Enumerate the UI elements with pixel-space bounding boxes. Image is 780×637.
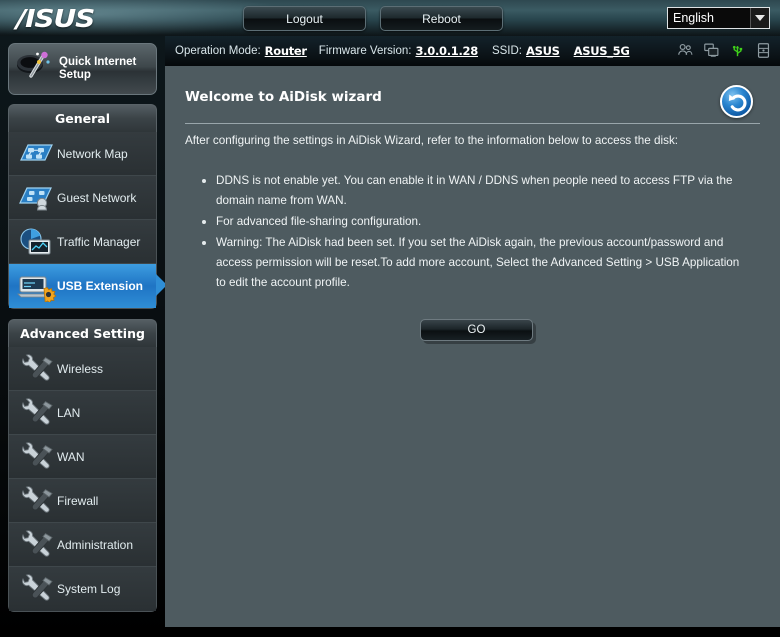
operation-mode-value[interactable]: Router xyxy=(265,44,307,58)
list-item: Warning: The AiDisk had been set. If you… xyxy=(202,233,747,293)
network-devices-icon[interactable] xyxy=(703,42,720,59)
status-bar: Operation Mode: Router Firmware Version:… xyxy=(165,36,780,66)
status-icon-group xyxy=(677,42,772,59)
sidebar-label-traffic-manager: Traffic Manager xyxy=(57,234,141,249)
info-bullet-list: DDNS is not enable yet. You can enable i… xyxy=(202,171,747,294)
firmware-value[interactable]: 3.0.0.1.28 xyxy=(415,44,478,58)
sidebar-label-system-log: System Log xyxy=(57,582,121,596)
reboot-button[interactable]: Reboot xyxy=(380,6,503,31)
usb-extension-icon xyxy=(15,270,57,302)
sidebar-label-guest-network: Guest Network xyxy=(57,190,137,205)
ssid-value[interactable]: ASUS xyxy=(526,44,560,58)
page-title: Welcome to AiDisk wizard xyxy=(185,89,382,105)
sidebar-item-guest-network[interactable]: Guest Network xyxy=(9,176,156,220)
sidebar-advanced-menu: Wireless LAN WAN Firewall Administration… xyxy=(8,347,157,612)
tools-icon xyxy=(15,573,57,605)
sidebar-label-network-map: Network Map xyxy=(57,146,128,161)
network-map-icon xyxy=(15,138,57,170)
logout-button[interactable]: Logout xyxy=(243,6,366,31)
tools-icon xyxy=(15,529,57,561)
sidebar-group-advanced-setting: Advanced Setting Wireless LAN WAN Firewa… xyxy=(8,319,157,612)
go-button[interactable]: GO xyxy=(420,319,533,341)
aidisk-panel: Welcome to AiDisk wizard After configuri… xyxy=(174,66,771,627)
ssid-label: SSID: xyxy=(491,45,523,57)
language-select-value: English xyxy=(673,11,714,25)
sidebar-label-lan: LAN xyxy=(57,405,81,420)
router-admin-page: /ISUS Logout Reboot English Operation Mo… xyxy=(0,0,780,637)
sidebar-item-wan[interactable]: WAN xyxy=(9,435,156,479)
sidebar-label-usb-extension: USB Extension xyxy=(57,279,144,293)
top-bar: /ISUS Logout Reboot English xyxy=(0,0,780,36)
tools-icon xyxy=(15,397,57,429)
ssid-value-5g[interactable]: ASUS_5G xyxy=(574,44,630,58)
tools-icon xyxy=(15,353,57,385)
sidebar-label-wan: WAN xyxy=(57,449,85,464)
printer-icon[interactable] xyxy=(755,42,772,59)
list-item: DDNS is not enable yet. You can enable i… xyxy=(202,171,747,211)
magic-wand-icon xyxy=(13,49,57,89)
sidebar-item-wireless[interactable]: Wireless xyxy=(9,347,156,391)
sidebar-item-quick-internet-setup[interactable]: Quick Internet Setup xyxy=(8,43,157,95)
usb-icon[interactable] xyxy=(729,42,746,59)
firmware-label: Firmware Version: xyxy=(318,45,412,57)
main-content: Welcome to AiDisk wizard After configuri… xyxy=(165,66,780,627)
sidebar-item-traffic-manager[interactable]: Traffic Manager xyxy=(9,220,156,264)
sidebar-label-administration: Administration xyxy=(57,537,134,552)
sidebar-item-network-map[interactable]: Network Map xyxy=(9,132,156,176)
sidebar-group-title-advanced: Advanced Setting xyxy=(8,319,157,347)
asus-logo: /ISUS xyxy=(16,3,95,33)
list-item: For advanced file-sharing configuration. xyxy=(202,212,747,232)
operation-mode-label: Operation Mode: xyxy=(175,45,261,57)
sidebar-group-title-general: General xyxy=(8,104,157,132)
sidebar: Quick Internet Setup General Network Map… xyxy=(0,36,167,637)
language-select[interactable]: English xyxy=(667,7,770,29)
chevron-down-icon[interactable] xyxy=(750,8,769,28)
tools-icon xyxy=(15,485,57,517)
sidebar-item-firewall[interactable]: Firewall xyxy=(9,479,156,523)
guest-network-icon xyxy=(15,182,57,214)
quick-internet-setup-label: Quick Internet Setup xyxy=(59,56,137,81)
sidebar-item-system-log[interactable]: System Log xyxy=(9,567,156,611)
sidebar-label-wireless: Wireless xyxy=(57,361,104,376)
back-arrow-icon[interactable] xyxy=(720,85,753,118)
sidebar-label-firewall: Firewall xyxy=(57,493,99,508)
intro-text: After configuring the settings in AiDisk… xyxy=(185,134,679,147)
traffic-manager-icon xyxy=(15,226,57,258)
tools-icon xyxy=(15,441,57,473)
sidebar-item-administration[interactable]: Administration xyxy=(9,523,156,567)
title-divider xyxy=(185,123,760,124)
clients-icon[interactable] xyxy=(677,42,694,59)
sidebar-item-lan[interactable]: LAN xyxy=(9,391,156,435)
sidebar-group-general: General Network Map Guest Network Traffi… xyxy=(8,104,167,309)
sidebar-item-usb-extension[interactable]: USB Extension xyxy=(9,264,167,308)
